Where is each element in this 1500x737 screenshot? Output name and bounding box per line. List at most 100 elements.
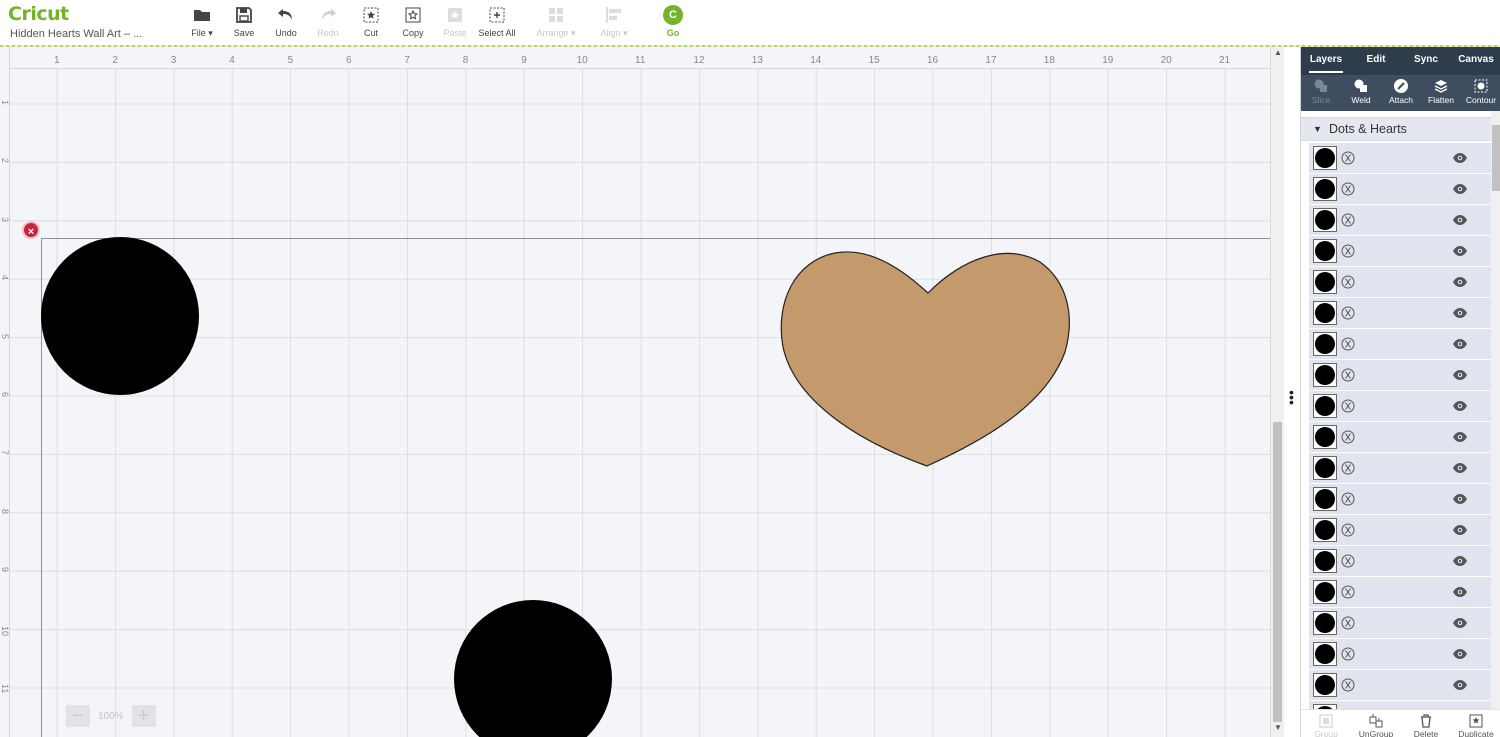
- layer-row[interactable]: [1309, 422, 1491, 453]
- cut-type-icon[interactable]: [1341, 306, 1355, 320]
- drag-handle-icon[interactable]: • • •: [1289, 385, 1295, 409]
- layer-thumbnail: [1313, 332, 1337, 356]
- visibility-eye-icon[interactable]: [1452, 462, 1468, 474]
- visibility-eye-icon[interactable]: [1452, 152, 1468, 164]
- cut-type-icon[interactable]: [1341, 151, 1355, 165]
- scroll-down-icon[interactable]: ▼: [1273, 723, 1283, 735]
- cricut-logo: Cricut: [8, 3, 69, 25]
- layers-scrollbar[interactable]: [1491, 111, 1500, 709]
- layer-row[interactable]: [1309, 205, 1491, 236]
- cut-type-icon[interactable]: [1341, 616, 1355, 630]
- select-all-icon: [487, 5, 507, 25]
- cut-type-icon[interactable]: [1341, 647, 1355, 661]
- visibility-eye-icon[interactable]: [1452, 276, 1468, 288]
- cut-type-icon[interactable]: [1341, 554, 1355, 568]
- ungroup-button[interactable]: UnGroup: [1351, 710, 1401, 737]
- visibility-eye-icon[interactable]: [1452, 338, 1468, 350]
- weld-button[interactable]: Weld: [1341, 75, 1381, 111]
- visibility-eye-icon[interactable]: [1452, 586, 1468, 598]
- layer-row[interactable]: [1309, 701, 1491, 709]
- layer-row[interactable]: [1309, 546, 1491, 577]
- tab-layers[interactable]: Layers: [1301, 47, 1351, 75]
- canvas-scrollbar[interactable]: ▲ ▼: [1270, 47, 1284, 737]
- go-button[interactable]: C Go: [648, 5, 698, 41]
- cut-type-icon[interactable]: [1341, 368, 1355, 382]
- cut-type-icon[interactable]: [1341, 585, 1355, 599]
- contour-button[interactable]: Contour: [1461, 75, 1500, 111]
- project-title[interactable]: Hidden Hearts Wall Art – ...: [10, 28, 142, 40]
- cut-type-icon[interactable]: [1341, 275, 1355, 289]
- layers-scroll-thumb[interactable]: [1492, 125, 1500, 191]
- tab-edit[interactable]: Edit: [1351, 47, 1401, 75]
- visibility-eye-icon[interactable]: [1452, 183, 1468, 195]
- visibility-eye-icon[interactable]: [1452, 555, 1468, 567]
- visibility-eye-icon[interactable]: [1452, 648, 1468, 660]
- layer-row[interactable]: [1309, 267, 1491, 298]
- layer-row[interactable]: [1309, 577, 1491, 608]
- group-button[interactable]: Group: [1301, 710, 1351, 737]
- layer-row[interactable]: [1309, 236, 1491, 267]
- visibility-eye-icon[interactable]: [1452, 307, 1468, 319]
- visibility-eye-icon[interactable]: [1452, 369, 1468, 381]
- design-canvas[interactable]: 1 2 3 4 5 6 7 8 9 10 11 12 13 14 15 16 17 18 19 20 21 123456…: [0, 47, 1270, 737]
- zoom-in-button[interactable]: +: [131, 705, 156, 727]
- delete-button[interactable]: Delete: [1401, 710, 1451, 737]
- layer-row[interactable]: [1309, 360, 1491, 391]
- visibility-eye-icon[interactable]: [1452, 214, 1468, 226]
- layers-panel: Layers Edit Sync Canvas Slice Weld Attac…: [1300, 47, 1500, 737]
- visibility-eye-icon[interactable]: [1452, 617, 1468, 629]
- cut-type-icon[interactable]: [1341, 399, 1355, 413]
- layer-group-header[interactable]: ▼ Dots & Hearts: [1301, 117, 1491, 141]
- layer-thumbnail: [1313, 673, 1337, 697]
- cut-type-icon[interactable]: [1341, 492, 1355, 506]
- layer-row[interactable]: [1309, 608, 1491, 639]
- select-all-button[interactable]: Select All: [472, 5, 522, 41]
- canvas-scroll-thumb[interactable]: [1273, 422, 1282, 722]
- layer-row[interactable]: [1309, 329, 1491, 360]
- cut-type-icon[interactable]: [1341, 337, 1355, 351]
- arrange-button[interactable]: Arrange ▾: [531, 5, 581, 41]
- scroll-up-icon[interactable]: ▲: [1273, 48, 1283, 60]
- align-button[interactable]: Align ▾: [589, 5, 639, 41]
- layer-row[interactable]: [1309, 670, 1491, 701]
- layer-row[interactable]: [1309, 639, 1491, 670]
- cut-type-icon[interactable]: [1341, 213, 1355, 227]
- layer-row[interactable]: [1309, 453, 1491, 484]
- go-icon: C: [663, 5, 683, 25]
- flatten-button[interactable]: Flatten: [1421, 75, 1461, 111]
- layer-row[interactable]: [1309, 515, 1491, 546]
- canvas-shapes: [41, 237, 1070, 737]
- tab-canvas[interactable]: Canvas: [1451, 47, 1500, 75]
- layer-thumbnail: [1313, 394, 1337, 418]
- cut-type-icon[interactable]: [1341, 678, 1355, 692]
- visibility-eye-icon[interactable]: [1452, 679, 1468, 691]
- duplicate-icon: [1469, 714, 1483, 728]
- visibility-eye-icon[interactable]: [1452, 400, 1468, 412]
- panel-splitter[interactable]: • • •: [1284, 47, 1300, 737]
- collapse-triangle-icon[interactable]: ▼: [1313, 124, 1322, 134]
- layer-row[interactable]: [1309, 174, 1491, 205]
- layer-tools: Slice Weld Attach Flatten Contour: [1301, 75, 1500, 111]
- dot-bottom[interactable]: [454, 600, 612, 737]
- visibility-eye-icon[interactable]: [1452, 245, 1468, 257]
- zoom-out-button[interactable]: −: [66, 705, 90, 727]
- heart[interactable]: [780, 251, 1070, 467]
- layer-row[interactable]: [1309, 391, 1491, 422]
- dot-top-left[interactable]: [41, 237, 199, 395]
- layer-row[interactable]: [1309, 484, 1491, 515]
- attach-button[interactable]: Attach: [1381, 75, 1421, 111]
- duplicate-button[interactable]: Duplicate: [1451, 710, 1500, 737]
- layer-row[interactable]: [1309, 298, 1491, 329]
- visibility-eye-icon[interactable]: [1452, 493, 1468, 505]
- visibility-eye-icon[interactable]: [1452, 431, 1468, 443]
- slice-button[interactable]: Slice: [1301, 75, 1341, 111]
- zoom-control: − 100% +: [66, 705, 156, 727]
- cut-type-icon[interactable]: [1341, 430, 1355, 444]
- cut-type-icon[interactable]: [1341, 244, 1355, 258]
- cut-type-icon[interactable]: [1341, 182, 1355, 196]
- visibility-eye-icon[interactable]: [1452, 524, 1468, 536]
- cut-type-icon[interactable]: [1341, 523, 1355, 537]
- tab-sync[interactable]: Sync: [1401, 47, 1451, 75]
- cut-type-icon[interactable]: [1341, 461, 1355, 475]
- layer-row[interactable]: [1309, 143, 1491, 174]
